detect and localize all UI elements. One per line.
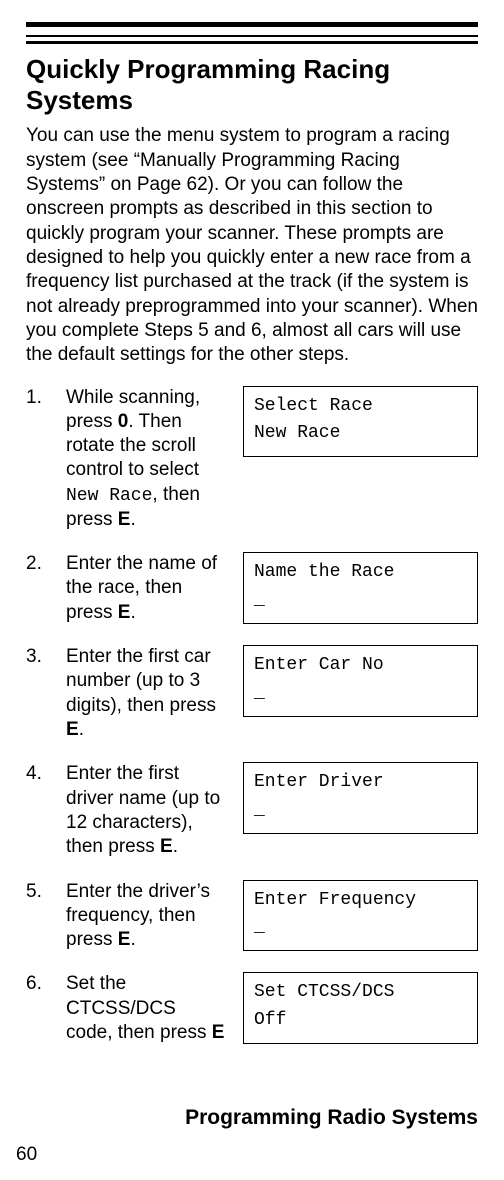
steps-list: 1. While scanning, press 0. Then rotate … [26,386,478,1046]
lcd-line: Enter Frequency [254,887,467,915]
step-text-fragment: . [130,602,135,623]
step-row: 4. Enter the first driver name (up to 12… [26,762,478,859]
lcd-line: _ [254,797,467,825]
step-text-fragment: . [79,719,84,740]
step-bold: 0 [118,411,129,432]
lcd-line: _ [254,587,467,615]
step-text-fragment: Enter the first car number (up to 3 digi… [66,646,216,716]
step-bold: E [118,929,131,950]
footer-section-title: Programming Radio Systems [185,1106,478,1130]
step-number: 5. [26,880,54,904]
intro-paragraph: You can use the menu system to program a… [26,124,478,367]
page-number: 60 [16,1144,37,1166]
page: Quickly Programming Racing Systems You c… [0,0,504,1180]
lcd-screen: Enter Frequency _ [243,880,478,952]
lcd-screen: Enter Car No _ [243,645,478,717]
step-text-fragment: . [130,509,135,530]
lcd-line: Enter Driver [254,769,467,797]
step-number: 1. [26,386,54,410]
step-row: 6. Set the CTCSS/DCS code, then press E … [26,972,478,1045]
step-text: While scanning, press 0. Then rotate the… [66,386,231,533]
lcd-line: New Race [254,420,467,448]
lcd-line: _ [254,914,467,942]
lcd-line: _ [254,680,467,708]
step-text: Set the CTCSS/DCS code, then press E [66,972,231,1045]
step-bold: E [160,836,173,857]
lcd-screen: Enter Driver _ [243,762,478,834]
step-row: 3. Enter the first car number (up to 3 d… [26,645,478,742]
step-text-fragment: Set the CTCSS/DCS code, then press [66,973,212,1043]
step-mono: New Race [66,486,152,506]
step-text-fragment: Enter the name of the race, then press [66,553,217,623]
lcd-line: Name the Race [254,559,467,587]
top-rule-med [26,41,478,44]
step-number: 2. [26,552,54,576]
step-text-fragment: Enter the driver’s frequency, then press [66,881,210,951]
lcd-screen: Name the Race _ [243,552,478,624]
step-row: 5. Enter the driver’s frequency, then pr… [26,880,478,953]
step-number: 4. [26,762,54,786]
lcd-line: Enter Car No [254,652,467,680]
step-text: Enter the first driver name (up to 12 ch… [66,762,231,859]
step-bold: E [66,719,79,740]
step-text: Enter the name of the race, then press E… [66,552,231,625]
section-heading: Quickly Programming Racing Systems [26,54,478,116]
lcd-screen: Set CTCSS/DCS Off [243,972,478,1044]
lcd-line: Select Race [254,393,467,421]
step-bold: E [212,1022,225,1043]
lcd-line: Off [254,1007,467,1035]
step-text-fragment: . [173,836,178,857]
step-number: 6. [26,972,54,996]
step-text-fragment: . [130,929,135,950]
step-row: 1. While scanning, press 0. Then rotate … [26,386,478,533]
lcd-line: Set CTCSS/DCS [254,979,467,1007]
step-bold: E [118,509,131,530]
step-number: 3. [26,645,54,669]
top-rule-thin [26,35,478,37]
step-text: Enter the first car number (up to 3 digi… [66,645,231,742]
lcd-screen: Select Race New Race [243,386,478,458]
step-text: Enter the driver’s frequency, then press… [66,880,231,953]
step-text-fragment: Enter the first driver name (up to 12 ch… [66,763,220,857]
step-bold: E [118,602,131,623]
top-rule-thick [26,22,478,27]
step-row: 2. Enter the name of the race, then pres… [26,552,478,625]
